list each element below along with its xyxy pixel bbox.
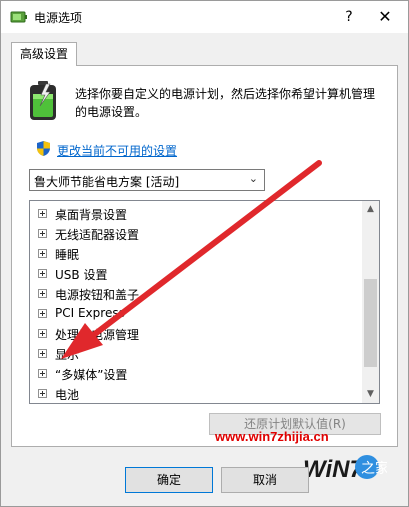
tree-item-processor-power[interactable]: 处理器电源管理 <box>30 324 360 344</box>
tree-item-label: 桌面背景设置 <box>55 208 128 222</box>
tree-item-label: 处理器电源管理 <box>55 328 140 342</box>
tree-item-label: USB 设置 <box>55 268 108 282</box>
tree-item-display[interactable]: 显示 <box>30 344 360 364</box>
power-plan-value: 鲁大师节能省电方案 [活动] <box>34 175 180 189</box>
scroll-thumb[interactable] <box>364 279 377 367</box>
tree-item-sleep[interactable]: 睡眠 <box>30 244 360 264</box>
battery-icon <box>30 81 56 120</box>
expand-icon[interactable] <box>38 389 47 398</box>
tree-item-label: 无线适配器设置 <box>55 228 140 242</box>
power-plan-select[interactable]: 鲁大师节能省电方案 [活动] ⌄ <box>29 169 265 191</box>
scroll-up-icon[interactable]: ▲ <box>362 201 379 218</box>
cancel-button[interactable]: 取消 <box>221 467 309 493</box>
tree-item-label: 电池 <box>55 388 80 402</box>
tab-advanced-settings[interactable]: 高级设置 <box>11 42 77 66</box>
title-bar: 电源选项 ? ✕ <box>1 1 408 33</box>
power-options-icon <box>10 11 27 23</box>
settings-tree[interactable]: 桌面背景设置 无线适配器设置 睡眠 USB 设置 电源按钮和盖子 PCI Exp… <box>29 200 380 404</box>
watermark-url: www.win7zhijia.cn <box>215 429 329 444</box>
ok-button[interactable]: 确定 <box>125 467 213 493</box>
tree-item-wireless-adapter[interactable]: 无线适配器设置 <box>30 224 360 244</box>
tree-scrollbar[interactable]: ▲ ▼ <box>362 201 379 403</box>
tree-item-power-buttons[interactable]: 电源按钮和盖子 <box>30 284 360 304</box>
watermark-logo: WiN7. 之家 <box>303 455 387 483</box>
tree-item-usb[interactable]: USB 设置 <box>30 264 360 284</box>
help-button[interactable]: ? <box>336 5 362 29</box>
change-unavailable-settings-link[interactable]: 更改当前不可用的设置 <box>57 142 177 159</box>
tree-item-label: 睡眠 <box>55 248 80 262</box>
scroll-down-icon[interactable]: ▼ <box>362 386 379 403</box>
uac-shield-icon <box>37 141 50 156</box>
expand-icon[interactable] <box>38 289 47 298</box>
close-button[interactable]: ✕ <box>370 5 400 29</box>
logo-suffix: 之家 <box>361 460 387 477</box>
tree-item-label: 电源按钮和盖子 <box>55 288 140 302</box>
expand-icon[interactable] <box>38 249 47 258</box>
expand-icon[interactable] <box>38 269 47 278</box>
description-text: 选择你要自定义的电源计划，然后选择你希望计算机管理的电源设置。 <box>75 87 376 119</box>
window-title: 电源选项 <box>34 11 83 25</box>
chevron-down-icon: ⌄ <box>248 172 258 185</box>
expand-icon[interactable] <box>38 309 47 318</box>
tree-item-pci-express[interactable]: PCI Express <box>30 304 360 324</box>
tree-item-label: PCI Express <box>55 306 125 320</box>
tree-item-multimedia[interactable]: “多媒体”设置 <box>30 364 360 384</box>
tree-item-battery[interactable]: 电池 <box>30 384 360 403</box>
expand-icon[interactable] <box>38 209 47 218</box>
expand-icon[interactable] <box>38 229 47 238</box>
expand-icon[interactable] <box>38 349 47 358</box>
expand-icon[interactable] <box>38 329 47 338</box>
tree-item-desktop-background[interactable]: 桌面背景设置 <box>30 204 360 224</box>
tree-item-label: 显示 <box>55 348 80 362</box>
expand-icon[interactable] <box>38 369 47 378</box>
power-options-dialog: 电源选项 ? ✕ 高级设置 选择你要自定义的电源计划，然后选择你希望计算机管理的… <box>0 0 409 507</box>
tree-item-label: “多媒体”设置 <box>55 368 128 382</box>
